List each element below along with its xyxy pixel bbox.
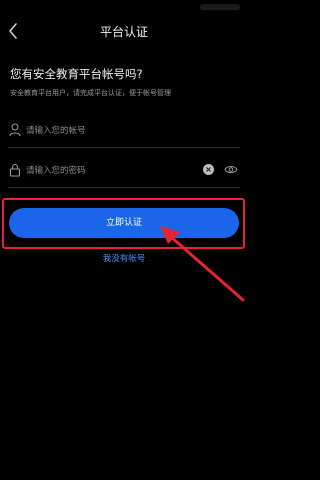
lock-icon — [9, 163, 21, 177]
page-title: 平台认证 — [99, 25, 148, 39]
status-bar — [0, 0, 248, 14]
intro-heading: 您有安全教育平台帐号吗? — [10, 67, 143, 81]
password-input[interactable] — [26, 163, 196, 179]
clear-icon[interactable] — [203, 164, 214, 175]
divider — [8, 147, 240, 148]
verify-now-button[interactable]: 立即认证 — [9, 208, 239, 238]
user-icon — [9, 123, 21, 137]
no-account-link[interactable]: 我没有帐号 — [0, 252, 248, 264]
nav-bar: 平台认证 — [0, 16, 248, 46]
status-indicators — [200, 4, 240, 10]
divider — [8, 187, 240, 188]
account-input[interactable] — [26, 123, 196, 139]
eye-icon[interactable] — [224, 164, 238, 175]
intro-subtext: 安全教育平台用户，请完成平台认证，便于帐号管理 — [10, 89, 171, 97]
account-field — [0, 118, 248, 144]
